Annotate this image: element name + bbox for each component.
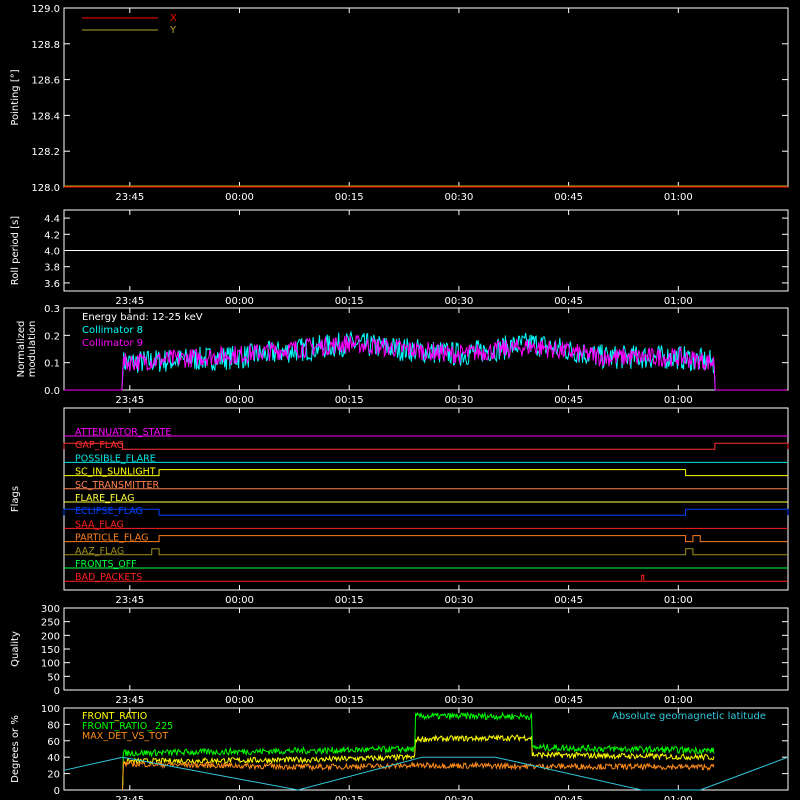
ratios-xtick-label: 00:45 xyxy=(554,795,583,800)
flags-frame xyxy=(63,407,789,591)
quality-ytick-label: 100 xyxy=(41,659,60,670)
pointing-xtick-label: 00:00 xyxy=(225,192,254,203)
pointing-ylabel: Pointing [°] xyxy=(10,69,21,125)
flag-label: ECLIPSE_FLAG xyxy=(75,506,143,517)
modulation-annotation: Energy band: 12-25 keV xyxy=(82,312,203,323)
quality-xtick-label: 00:45 xyxy=(554,695,583,706)
modulation-xtick-label: 00:45 xyxy=(554,395,583,406)
modulation-ylabel-line1: Normalized xyxy=(16,321,27,378)
modulation-legend-label: Collimator 8 xyxy=(82,325,143,336)
roll-ytick-label: 3.6 xyxy=(44,279,60,290)
ratios-ytick-label: 40 xyxy=(47,753,60,764)
modulation-xtick-label: 23:45 xyxy=(115,395,144,406)
modulation-ytick-label: 0.3 xyxy=(44,304,60,315)
quality-ytick-label: 300 xyxy=(41,604,60,615)
pointing-ytick-label: 128.6 xyxy=(31,76,60,87)
roll-ylabel: Roll period [s] xyxy=(10,216,21,285)
flags-xtick-label: 00:45 xyxy=(554,595,583,606)
modulation-ylabel-line2: modulation xyxy=(27,321,38,378)
pointing-legend-label: Y xyxy=(169,25,177,36)
quality-xtick-label: 00:00 xyxy=(225,695,254,706)
modulation-xtick-label: 01:00 xyxy=(664,395,693,406)
flags-ylabel: Flags xyxy=(10,486,21,512)
ratios-xtick-label: 01:00 xyxy=(664,795,693,800)
quality-ytick-label: 200 xyxy=(41,631,60,642)
flag-line xyxy=(63,442,789,450)
flag-label: GAP_FLAG xyxy=(75,440,124,451)
modulation-legend-label: Collimator 9 xyxy=(82,338,143,349)
pointing-legend-label: X xyxy=(170,13,177,24)
roll-xtick-label: 00:45 xyxy=(554,296,583,307)
ratios-ytick-label: 0 xyxy=(54,786,60,797)
pointing-xtick-label: 00:15 xyxy=(335,192,364,203)
flag-line xyxy=(64,535,788,543)
pointing-xtick-label: 01:00 xyxy=(664,192,693,203)
flag-line xyxy=(64,469,788,477)
modulation-xtick-label: 00:30 xyxy=(444,395,473,406)
modulation-ytick-label: 0.2 xyxy=(44,331,60,342)
pointing-ytick-label: 128.8 xyxy=(31,40,60,51)
pointing-xtick-label: 00:45 xyxy=(554,192,583,203)
roll-ytick-label: 4.2 xyxy=(44,230,60,241)
ratios-xtick-label: 00:15 xyxy=(335,795,364,800)
modulation-series-collimator-9 xyxy=(64,334,788,391)
quality-xtick-label: 00:15 xyxy=(335,695,364,706)
quality-xtick-label: 00:30 xyxy=(444,695,473,706)
roll-xtick-label: 01:00 xyxy=(664,296,693,307)
pointing-xtick-label: 23:45 xyxy=(115,192,144,203)
quality-ylabel: Quality xyxy=(10,631,21,667)
flags-xtick-label: 01:00 xyxy=(664,595,693,606)
flags-xtick-label: 23:45 xyxy=(115,595,144,606)
modulation-xtick-label: 00:15 xyxy=(335,395,364,406)
quality-xtick-label: 23:45 xyxy=(115,695,144,706)
flag-line xyxy=(64,548,788,556)
roll-ytick-label: 3.8 xyxy=(44,263,60,274)
roll-xtick-label: 00:30 xyxy=(444,296,473,307)
quality-ytick-label: 0 xyxy=(54,686,60,697)
flags-xtick-label: 00:15 xyxy=(335,595,364,606)
ratios-ytick-label: 80 xyxy=(47,720,60,731)
modulation-ytick-label: 0.1 xyxy=(44,359,60,370)
ratios-xtick-label: 00:30 xyxy=(444,795,473,800)
quality-ytick-label: 50 xyxy=(47,672,60,683)
pointing-ytick-label: 128.0 xyxy=(31,183,60,194)
flag-line xyxy=(63,508,789,516)
ratios-xtick-label: 00:00 xyxy=(225,795,254,800)
pointing-ytick-label: 128.4 xyxy=(31,111,60,122)
ratios-ytick-label: 20 xyxy=(47,770,60,781)
quality-frame xyxy=(63,607,789,691)
ratios-ytick-label: 60 xyxy=(47,737,60,748)
quality-ytick-label: 250 xyxy=(41,618,60,629)
ratios-ytick-label: 100 xyxy=(41,704,60,715)
ratios-annotation: Absolute geomagnetic latitude xyxy=(612,711,766,722)
pointing-xtick-label: 00:30 xyxy=(444,192,473,203)
modulation-xtick-label: 00:00 xyxy=(225,395,254,406)
roll-xtick-label: 23:45 xyxy=(115,296,144,307)
roll-ytick-label: 4.0 xyxy=(44,247,60,258)
ratios-legend-label: MAX_DET_VS_TOT xyxy=(82,731,168,742)
pointing-ytick-label: 129.0 xyxy=(31,4,60,15)
quality-ytick-label: 150 xyxy=(41,645,60,656)
modulation-ytick-label: 0.0 xyxy=(44,386,60,397)
stix-quicklook-chart: 23:45 00:00 00:15 00:30 00:45 01:00 Pointing [… xyxy=(10,4,789,800)
ratios-ylabel: Degrees or % xyxy=(10,715,21,783)
ratios-series-2 xyxy=(122,760,715,791)
roll-xtick-label: 00:00 xyxy=(225,296,254,307)
flag-line xyxy=(64,574,788,582)
flags-xtick-label: 00:30 xyxy=(444,595,473,606)
flags-xtick-label: 00:00 xyxy=(225,595,254,606)
ratios-xtick-label: 23:45 xyxy=(115,795,144,800)
quality-xtick-label: 01:00 xyxy=(664,695,693,706)
pointing-ytick-label: 128.2 xyxy=(31,147,60,158)
roll-ytick-label: 4.4 xyxy=(44,214,60,225)
roll-xtick-label: 00:15 xyxy=(335,296,364,307)
ratios-series-1 xyxy=(122,711,715,791)
